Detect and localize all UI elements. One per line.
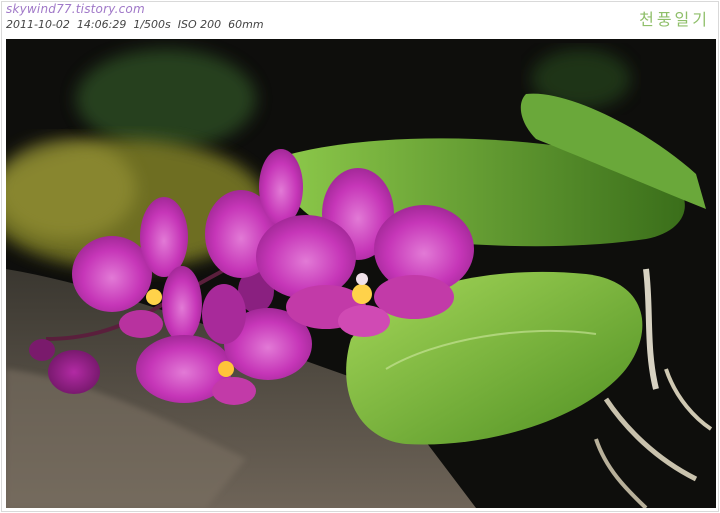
- flower-bud: [48, 350, 100, 394]
- site-url[interactable]: skywind77.tistory.com: [6, 2, 145, 16]
- orchid-photo: [6, 39, 716, 508]
- orchid-photo-illustration: [6, 39, 716, 508]
- exif-info: 2011-10-02 14:06:29 1/500s ISO 200 60mm: [6, 18, 264, 31]
- blog-logo: 천풍일기: [639, 10, 710, 29]
- blurred-leaf: [76, 49, 256, 149]
- flower-bud: [29, 339, 55, 361]
- photo-header: skywind77.tistory.com 2011-10-02 14:06:2…: [2, 2, 718, 38]
- photo-frame: skywind77.tistory.com 2011-10-02 14:06:2…: [1, 1, 719, 512]
